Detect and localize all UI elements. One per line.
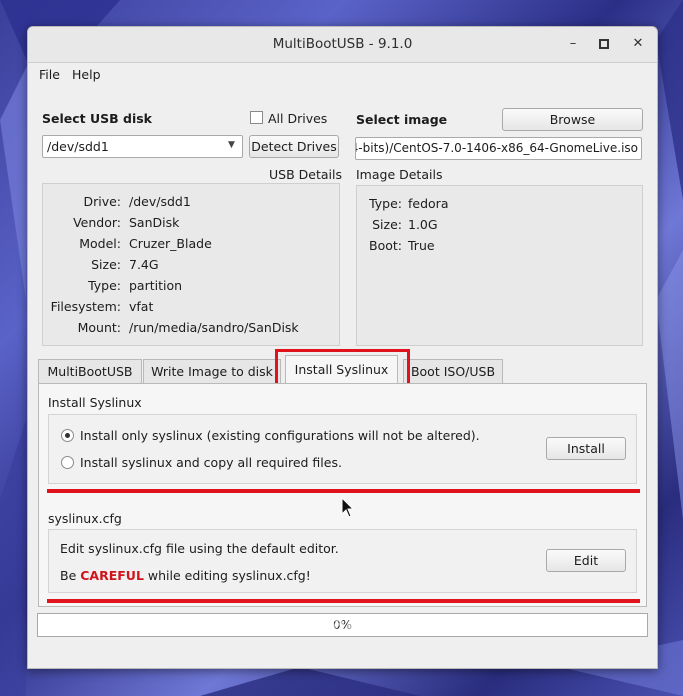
select-image-label: Select image bbox=[356, 112, 448, 127]
image-type-value: fedora bbox=[408, 196, 449, 211]
chevron-down-icon: ▼ bbox=[228, 140, 235, 150]
careful-word: CAREFUL bbox=[80, 568, 144, 583]
select-usb-label: Select USB disk bbox=[42, 111, 152, 126]
usb-type-value: partition bbox=[129, 278, 183, 293]
image-boot-key: Boot: bbox=[369, 238, 402, 253]
careful-prefix: Be bbox=[60, 568, 81, 583]
menu-bar: File Help bbox=[28, 63, 657, 85]
usb-mount-value: /run/media/sandro/SanDisk bbox=[129, 320, 299, 335]
maximize-icon[interactable] bbox=[595, 35, 613, 53]
install-only-label: Install only syslinux (existing configur… bbox=[80, 428, 480, 443]
usb-mount-key: Mount: bbox=[77, 320, 121, 335]
install-copy-radio[interactable] bbox=[61, 456, 74, 469]
close-icon[interactable]: ✕ bbox=[629, 35, 647, 53]
minimize-icon[interactable]: – bbox=[564, 35, 582, 53]
install-syslinux-group: Install only syslinux (existing configur… bbox=[48, 414, 637, 484]
usb-details-panel: Drive: /dev/sdd1 Vendor: SanDisk Model: … bbox=[42, 183, 340, 346]
image-size-key: Size: bbox=[372, 217, 402, 232]
usb-drive-value: /dev/sdd1 bbox=[129, 194, 191, 209]
install-button[interactable]: Install bbox=[546, 437, 626, 460]
usb-filesystem-key: Filesystem: bbox=[50, 299, 121, 314]
tab-write-image[interactable]: Write Image to disk bbox=[143, 359, 281, 384]
edit-cfg-text: Edit syslinux.cfg file using the default… bbox=[60, 541, 339, 556]
usb-model-key: Model: bbox=[79, 236, 121, 251]
watermark-text: www.blogopcaolinux.com.br bbox=[153, 612, 530, 637]
usb-type-key: Type: bbox=[88, 278, 121, 293]
install-syslinux-group-label: Install Syslinux bbox=[48, 395, 142, 410]
usb-filesystem-value: vfat bbox=[129, 299, 154, 314]
tab-boot-iso-usb[interactable]: Boot ISO/USB bbox=[403, 359, 503, 384]
install-copy-label: Install syslinux and copy all required f… bbox=[80, 455, 342, 470]
image-boot-value: True bbox=[408, 238, 435, 253]
install-syslinux-pane: Install Syslinux Install only syslinux (… bbox=[38, 383, 647, 607]
mouse-cursor-icon bbox=[341, 497, 355, 518]
menu-file[interactable]: File bbox=[39, 67, 60, 82]
window-title: MultiBootUSB - 9.1.0 bbox=[272, 36, 413, 52]
detect-drives-button[interactable]: Detect Drives bbox=[249, 135, 339, 158]
highlight-line bbox=[47, 489, 640, 493]
image-size-value: 1.0G bbox=[408, 217, 438, 232]
usb-drive-key: Drive: bbox=[83, 194, 121, 209]
careful-suffix: while editing syslinux.cfg! bbox=[143, 568, 311, 583]
usb-model-value: Cruzer_Blade bbox=[129, 236, 212, 251]
careful-warning: Be CAREFUL while editing syslinux.cfg! bbox=[60, 568, 311, 583]
install-only-radio[interactable] bbox=[61, 429, 74, 442]
browse-button[interactable]: Browse bbox=[502, 108, 643, 131]
image-details-label: Image Details bbox=[356, 167, 443, 182]
all-drives-label: All Drives bbox=[268, 111, 328, 126]
image-path-value: 4-bits)/CentOS-7.0-1406-x86_64-GnomeLive… bbox=[355, 141, 638, 155]
edit-button[interactable]: Edit bbox=[546, 549, 626, 572]
tab-multibootusb[interactable]: MultiBootUSB bbox=[38, 359, 142, 384]
usb-vendor-key: Vendor: bbox=[73, 215, 121, 230]
usb-disk-value: /dev/sdd1 bbox=[47, 139, 109, 154]
syslinux-cfg-group-label: syslinux.cfg bbox=[48, 511, 122, 526]
image-type-key: Type: bbox=[369, 196, 402, 211]
usb-size-value: 7.4G bbox=[129, 257, 159, 272]
title-bar: MultiBootUSB - 9.1.0 – ✕ bbox=[28, 27, 657, 63]
highlight-line bbox=[47, 599, 640, 603]
image-path-input[interactable]: 4-bits)/CentOS-7.0-1406-x86_64-GnomeLive… bbox=[355, 137, 642, 160]
image-details-panel: Type: fedora Size: 1.0G Boot: True bbox=[356, 185, 643, 346]
all-drives-checkbox[interactable] bbox=[250, 111, 263, 124]
app-window: MultiBootUSB - 9.1.0 – ✕ File Help Selec… bbox=[27, 26, 658, 669]
usb-details-label: USB Details bbox=[269, 167, 342, 182]
menu-help[interactable]: Help bbox=[72, 67, 101, 82]
syslinux-cfg-group: Edit syslinux.cfg file using the default… bbox=[48, 529, 637, 593]
usb-size-key: Size: bbox=[91, 257, 121, 272]
usb-disk-select[interactable]: /dev/sdd1 ▼ bbox=[42, 135, 243, 158]
usb-vendor-value: SanDisk bbox=[129, 215, 180, 230]
